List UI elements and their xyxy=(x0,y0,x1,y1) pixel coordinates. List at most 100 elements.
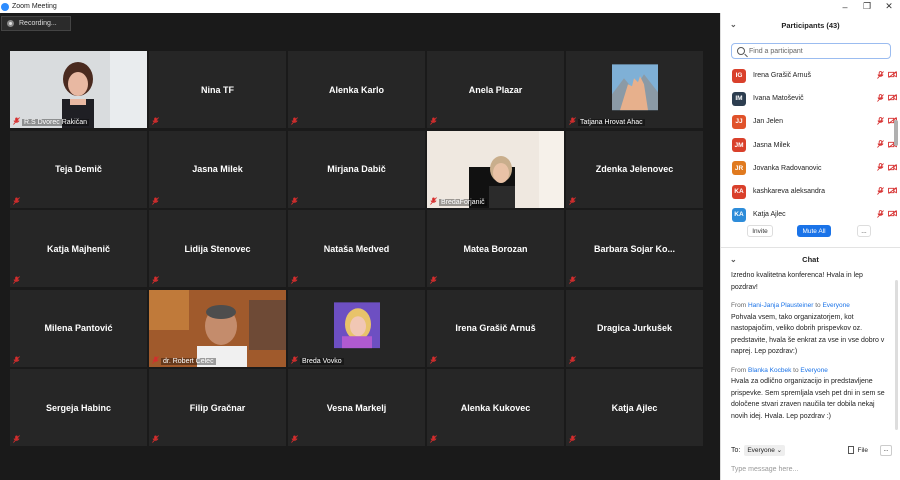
chat-more-button[interactable]: ... xyxy=(880,444,892,456)
video-tile[interactable]: Tatjana Hrovat Ahac xyxy=(566,51,703,128)
video-tile[interactable]: Vesna Markelj xyxy=(288,369,425,446)
mic-muted-icon xyxy=(13,355,20,364)
participant-name: Filip Gračnar xyxy=(189,402,246,413)
chat-message-input[interactable]: Type message here... xyxy=(721,460,900,478)
avatar: KA xyxy=(732,207,746,222)
participant-row[interactable]: IG Irena Grašič Arnuš xyxy=(721,64,900,87)
mic-muted-icon[interactable] xyxy=(876,140,884,150)
chat-message-text: Izredno kvalitetna konferenca! Hvala in … xyxy=(731,272,863,291)
video-off-icon[interactable] xyxy=(888,71,897,80)
participant-list-name: kashkareva aleksandra xyxy=(753,188,825,196)
participant-name: Teja Demič xyxy=(55,164,102,174)
recording-indicator[interactable]: Recording... xyxy=(1,16,71,31)
mic-muted-icon xyxy=(152,117,159,125)
restore-icon[interactable]: ❐ xyxy=(856,0,878,13)
video-off-icon[interactable] xyxy=(888,163,897,173)
participant-row[interactable]: JR Jovanka Radovanovic xyxy=(721,157,900,180)
participant-name: Dragica Jurkušek xyxy=(596,323,673,333)
avatar: KA xyxy=(732,184,746,199)
video-tile[interactable]: Alenka Karlo xyxy=(288,51,425,128)
video-off-icon[interactable] xyxy=(888,210,897,219)
video-tile[interactable]: Teja Demič xyxy=(10,130,147,208)
participant-row[interactable]: KA kashkareva aleksandra xyxy=(721,180,900,203)
minimize-icon[interactable]: – xyxy=(834,0,856,13)
chevron-down-icon[interactable]: ⌄ xyxy=(730,255,737,264)
participant-row[interactable]: KA Katja Ajlec xyxy=(721,203,900,226)
video-tile[interactable]: Sergeja Habinc xyxy=(10,369,147,446)
video-feed xyxy=(149,289,286,367)
recipient-value: Everyone xyxy=(747,446,775,454)
mic-muted-icon[interactable] xyxy=(876,186,884,197)
sender-name[interactable]: Hani-Janja Plausteiner xyxy=(748,302,813,309)
video-tile[interactable]: Matea Borozan xyxy=(427,210,564,287)
participant-row[interactable]: JM Jasna Milek xyxy=(721,134,900,157)
mic-muted-icon xyxy=(291,196,298,205)
gallery-grid: R.S Dvorec Rakičan Nina TF Alenka Karlo Ane… xyxy=(10,51,703,446)
video-tile[interactable]: Nataša Medved xyxy=(288,210,425,287)
from-word: From xyxy=(731,366,747,374)
participant-scrollbar[interactable] xyxy=(894,120,898,146)
video-tile[interactable]: R.S Dvorec Rakičan xyxy=(10,51,147,128)
video-tile[interactable]: Anela Plazar xyxy=(427,51,564,128)
participant-name: Milena Pantović xyxy=(44,323,113,333)
chevron-down-icon[interactable]: ⌄ xyxy=(730,20,737,29)
participant-list-name: Jasna Milek xyxy=(753,141,790,149)
mic-muted-icon[interactable] xyxy=(876,93,884,104)
video-feed xyxy=(10,51,147,128)
close-icon[interactable]: ✕ xyxy=(878,0,900,13)
participant-label: Tatjana Hrovat Ahac xyxy=(578,119,645,126)
mic-muted-icon[interactable] xyxy=(876,209,884,220)
participant-search-input[interactable]: Find a participant xyxy=(731,43,891,59)
video-tile[interactable]: Lidija Stenovec xyxy=(149,210,286,287)
video-tile[interactable]: Zdenka Jelenovec xyxy=(566,130,703,208)
video-off-icon[interactable] xyxy=(888,187,897,196)
participant-row[interactable]: JJ Jan Jelen xyxy=(721,110,900,133)
avatar: JM xyxy=(732,138,746,153)
video-tile[interactable]: Dragica Jurkušek xyxy=(566,289,703,367)
video-tile[interactable]: Mirjana Dabič xyxy=(288,130,425,208)
profile-picture xyxy=(333,302,380,349)
mic-muted-icon xyxy=(569,117,576,125)
video-tile[interactable]: Jasna Milek xyxy=(149,130,286,208)
video-tile[interactable]: Katja Majhenič xyxy=(10,210,147,287)
video-tile[interactable]: Nina TF xyxy=(149,51,286,128)
video-tile[interactable]: Breda Vovko xyxy=(288,289,425,367)
invite-button[interactable]: Invite xyxy=(747,225,773,237)
mic-muted-icon[interactable] xyxy=(876,70,884,81)
mic-muted-icon xyxy=(291,435,298,443)
video-off-icon[interactable] xyxy=(888,94,897,103)
video-tile[interactable]: dr. Robert Celec xyxy=(149,289,286,367)
mic-muted-icon[interactable] xyxy=(876,163,884,173)
participant-row[interactable]: IM Ivana Matoševič xyxy=(721,87,900,110)
mute-all-button[interactable]: Mute All xyxy=(797,225,831,237)
chat-message-header: From Hani-Janja Plausteiner to Everyone xyxy=(731,300,890,312)
mic-muted-icon[interactable] xyxy=(876,117,884,127)
mic-muted-icon xyxy=(13,117,20,125)
participant-list-name: Irena Grašič Arnuš xyxy=(753,72,811,80)
participant-label: Breda Vovko xyxy=(300,357,344,365)
participants-title: Participants (43) xyxy=(781,20,840,30)
chat-scrollbar[interactable] xyxy=(895,280,898,430)
video-tile[interactable]: BredaForjanič xyxy=(427,130,564,208)
more-options-button[interactable]: ... xyxy=(857,225,871,237)
meeting-area: Recording... R.S Dvorec Rakičan Nina TF Al… xyxy=(0,13,720,480)
mic-muted-icon xyxy=(152,435,159,443)
zoom-logo-icon xyxy=(1,2,9,11)
sender-name[interactable]: Blanka Kocbek xyxy=(748,367,791,374)
recipient-select[interactable]: Everyone ⌄ xyxy=(744,444,786,456)
chat-recipient-row: To: Everyone ⌄ File ... xyxy=(721,440,900,460)
file-button[interactable]: File xyxy=(847,446,868,454)
search-icon xyxy=(737,47,745,55)
recipient-name: Everyone xyxy=(822,302,850,309)
avatar: JJ xyxy=(732,114,746,129)
video-tile[interactable]: Irena Grašič Arnuš xyxy=(427,289,564,367)
video-tile[interactable]: Barbara Sojar Ko... xyxy=(566,210,703,287)
mic-muted-icon xyxy=(430,435,437,443)
video-tile[interactable]: Milena Pantović xyxy=(10,289,147,367)
video-tile[interactable]: Katja Ajlec xyxy=(566,369,703,446)
record-icon xyxy=(7,20,14,27)
chat-message: From Blanka Kocbek to Everyone Hvala za o… xyxy=(731,365,890,423)
mic-muted-icon xyxy=(152,276,159,284)
video-tile[interactable]: Alenka Kukovec xyxy=(427,369,564,446)
video-tile[interactable]: Filip Gračnar xyxy=(149,369,286,446)
